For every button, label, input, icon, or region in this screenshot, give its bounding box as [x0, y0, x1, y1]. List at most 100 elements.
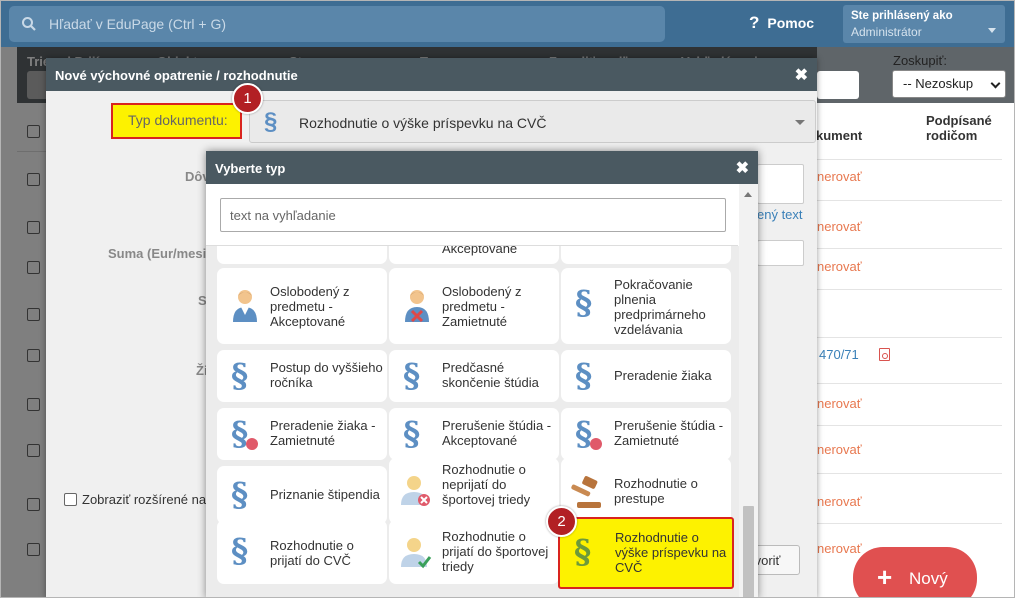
type-grid: Akceptované Oslobodený z predmetu - Akce… — [206, 246, 739, 597]
tile-label: Oslobodený z predmetu - Zamietnuté — [442, 284, 522, 329]
user-line-1: Ste prihlásený ako — [851, 10, 953, 22]
generate-link[interactable]: nerovať — [817, 494, 862, 509]
row-divider — [817, 248, 1002, 249]
tile-label: Prerušenie štúdia - Akceptované — [442, 418, 552, 448]
type-tile[interactable]: § Pokračovanie plnenia predprimárneho vz… — [561, 268, 731, 344]
caret-down-icon — [795, 120, 805, 125]
generate-link[interactable]: nerovať — [817, 396, 862, 411]
new-record-button[interactable]: + Nový — [853, 547, 977, 597]
type-tile[interactable]: Rozhodnutie o prestupe — [561, 458, 731, 524]
row-divider — [817, 383, 1002, 384]
type-tile[interactable]: § Preradenie žiaka - Zamietnuté — [217, 408, 387, 460]
reason-textarea[interactable] — [757, 164, 804, 204]
user-accept-icon — [401, 538, 432, 569]
document-number-link[interactable]: 470/71 — [819, 347, 859, 362]
dialog-header: Nové výchovné opatrenie / rozhodnutie ✖ — [46, 58, 817, 91]
type-tile[interactable]: Oslobodený z predmetu - Akceptované — [217, 268, 387, 344]
filter-search-field[interactable] — [817, 71, 859, 99]
top-bar: Hľadať v EduPage (Ctrl + G) ? Pomoc Ste p… — [1, 1, 1014, 47]
type-tile-selected[interactable]: § Rozhodnutie o výške príspevku na CVČ — [558, 517, 734, 589]
tile-label: Preradenie žiaka - Zamietnuté — [270, 418, 376, 448]
tile-label: Pokračovanie plnenia predprimárneho vzde… — [614, 277, 706, 337]
generate-link[interactable]: nerovať — [817, 259, 862, 274]
type-tile[interactable]: Rozhodnutie o neprijatí do športovej tri… — [389, 458, 559, 524]
tile-label: Rozhodnutie o neprijatí do športovej tri… — [442, 462, 531, 507]
paragraph-reject-icon: § — [231, 416, 259, 452]
picker-title: Vyberte typ — [215, 161, 286, 176]
row-divider — [817, 200, 1002, 201]
help-button[interactable]: ? Pomoc — [749, 13, 814, 33]
step-badge-2: 2 — [546, 506, 577, 537]
type-tile[interactable]: § Prerušenie štúdia - Akceptované — [389, 408, 559, 460]
help-label: Pomoc — [767, 15, 815, 31]
tile-label: Rozhodnutie o výške príspevku na CVČ — [615, 530, 727, 575]
tile-label: Rozhodnutie o prijatí do športovej tried… — [442, 529, 549, 574]
generate-link[interactable]: nerovať — [817, 442, 862, 457]
row-divider — [817, 425, 1002, 426]
paragraph-icon: § — [575, 283, 593, 322]
column-header-signed: Podpísané rodičom — [926, 113, 992, 143]
global-search-input[interactable]: Hľadať v EduPage (Ctrl + G) — [9, 6, 665, 42]
generate-link[interactable]: nerovať — [817, 541, 862, 556]
plus-icon: + — [877, 562, 893, 592]
type-tile[interactable]: Rozhodnutie o prijatí do športovej tried… — [389, 520, 559, 584]
paragraph-icon: § — [574, 532, 592, 571]
picker-search-input[interactable]: text na vyhľadanie — [220, 198, 726, 232]
user-reject-icon — [401, 476, 430, 506]
type-tile[interactable]: § Rozhodnutie o prijatí do CVČ — [217, 520, 387, 584]
type-tile[interactable]: § Preradenie žiaka — [561, 350, 731, 402]
chevron-down-icon — [990, 78, 1001, 89]
step-badge-1: 1 — [232, 83, 263, 114]
group-by-value: -- Nezoskup — [903, 76, 974, 91]
picker-search-placeholder: text na vyhľadanie — [230, 208, 336, 223]
type-tile-partial[interactable] — [217, 246, 387, 264]
type-tile[interactable]: § Priznanie štipendia — [217, 466, 387, 524]
type-tile[interactable]: § Predčasné skončenie štúdia — [389, 350, 559, 402]
user-reject-icon — [405, 290, 429, 323]
generate-link[interactable]: nerovať — [817, 169, 862, 184]
tile-label: Prerušenie štúdia - Zamietnuté — [614, 418, 724, 448]
tile-label: Priznanie štipendia — [270, 487, 380, 502]
type-picker-popup: Vyberte typ ✖ text na vyhľadanie Akcepto… — [206, 151, 758, 597]
tile-label: Akceptované — [442, 246, 518, 256]
type-tile[interactable]: § Postup do vyššieho ročníka — [217, 350, 387, 402]
search-icon — [22, 17, 36, 31]
paragraph-icon: § — [403, 356, 421, 395]
new-record-label: Nový — [909, 569, 948, 588]
tile-label: Oslobodený z predmetu - Akceptované — [270, 284, 350, 329]
scroll-up-icon[interactable] — [744, 192, 752, 197]
tile-label: Postup do vyššieho ročníka — [270, 360, 383, 390]
close-icon[interactable]: ✖ — [736, 158, 749, 178]
document-type-label: Typ dokumentu: — [111, 103, 242, 139]
picker-scrollbar[interactable] — [739, 184, 758, 597]
user-menu[interactable]: Ste prihlásený ako Administrátor — [843, 5, 1005, 43]
paragraph-icon: § — [403, 414, 421, 453]
amount-input[interactable] — [757, 240, 804, 266]
close-icon[interactable]: ✖ — [795, 65, 808, 85]
dialog-title: Nové výchovné opatrenie / rozhodnutie — [55, 68, 298, 83]
paragraph-icon: § — [231, 531, 249, 570]
advanced-checkbox[interactable] — [64, 493, 77, 506]
question-icon: ? — [749, 13, 760, 32]
document-type-select[interactable]: § Rozhodnutie o výške príspevku na CVČ — [249, 100, 816, 143]
user-line-2: Administrátor — [851, 25, 922, 39]
more-text-link[interactable]: ený text — [757, 207, 803, 222]
tile-label: Preradenie žiaka — [614, 368, 712, 383]
row-divider — [817, 473, 1002, 474]
pdf-icon[interactable] — [879, 348, 890, 361]
row-divider — [817, 337, 1002, 338]
group-by-label: Zoskupiť: — [893, 53, 948, 68]
group-by-select[interactable]: -- Nezoskup — [892, 70, 1006, 98]
type-tile-partial[interactable] — [561, 246, 731, 264]
row-divider — [817, 523, 1002, 524]
search-placeholder: Hľadať v EduPage (Ctrl + G) — [49, 16, 227, 32]
field-label-amount: Suma (Eur/mesi — [108, 246, 207, 261]
scroll-thumb[interactable] — [743, 506, 754, 597]
row-divider — [817, 289, 1002, 290]
picker-header: Vyberte typ ✖ — [206, 151, 758, 184]
type-tile[interactable]: Oslobodený z predmetu - Zamietnuté — [389, 268, 559, 344]
type-tile-partial[interactable]: Akceptované — [389, 246, 559, 264]
type-tile[interactable]: § Prerušenie štúdia - Zamietnuté — [561, 408, 731, 460]
tile-label: Rozhodnutie o prijatí do CVČ — [270, 538, 354, 568]
generate-link[interactable]: nerovať — [817, 219, 862, 234]
